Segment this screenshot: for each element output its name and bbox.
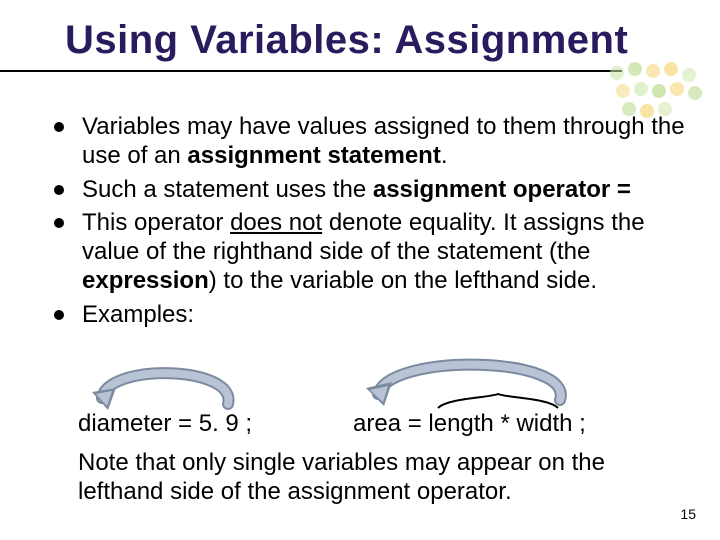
bullet-underline: does not (230, 209, 322, 236)
bullet-list: Variables may have values assigned to th… (48, 112, 690, 329)
page-number: 15 (680, 506, 696, 522)
note-text: Note that only single variables may appe… (78, 448, 680, 507)
bullet-text: Such a statement uses the (82, 176, 373, 203)
bullet-text: Examples: (82, 301, 194, 328)
bullet-text: . (441, 142, 448, 169)
bullet-item: Variables may have values assigned to th… (48, 112, 690, 171)
bullet-bold: expression (82, 267, 209, 294)
bullet-text: This operator (82, 209, 230, 236)
curved-arrow-icon (360, 350, 590, 415)
example-code-2: area = length * width ; (353, 410, 586, 438)
curved-arrow-icon (88, 358, 258, 413)
slide: Using Variables: Assignment Variables ma… (0, 0, 720, 540)
slide-title: Using Variables: Assignment (65, 18, 680, 63)
bullet-item: Examples: (48, 300, 690, 329)
example-code-1: diameter = 5. 9 ; (78, 410, 252, 438)
title-underline (0, 70, 622, 72)
body-content: Variables may have values assigned to th… (48, 112, 690, 333)
bullet-bold: assignment statement (187, 142, 440, 169)
bullet-item: This operator does not denote equality. … (48, 208, 690, 296)
bullet-text: ) to the variable on the lefthand side. (209, 267, 597, 294)
bullet-bold: assignment operator = (373, 176, 631, 203)
bullet-item: Such a statement uses the assignment ope… (48, 175, 690, 204)
